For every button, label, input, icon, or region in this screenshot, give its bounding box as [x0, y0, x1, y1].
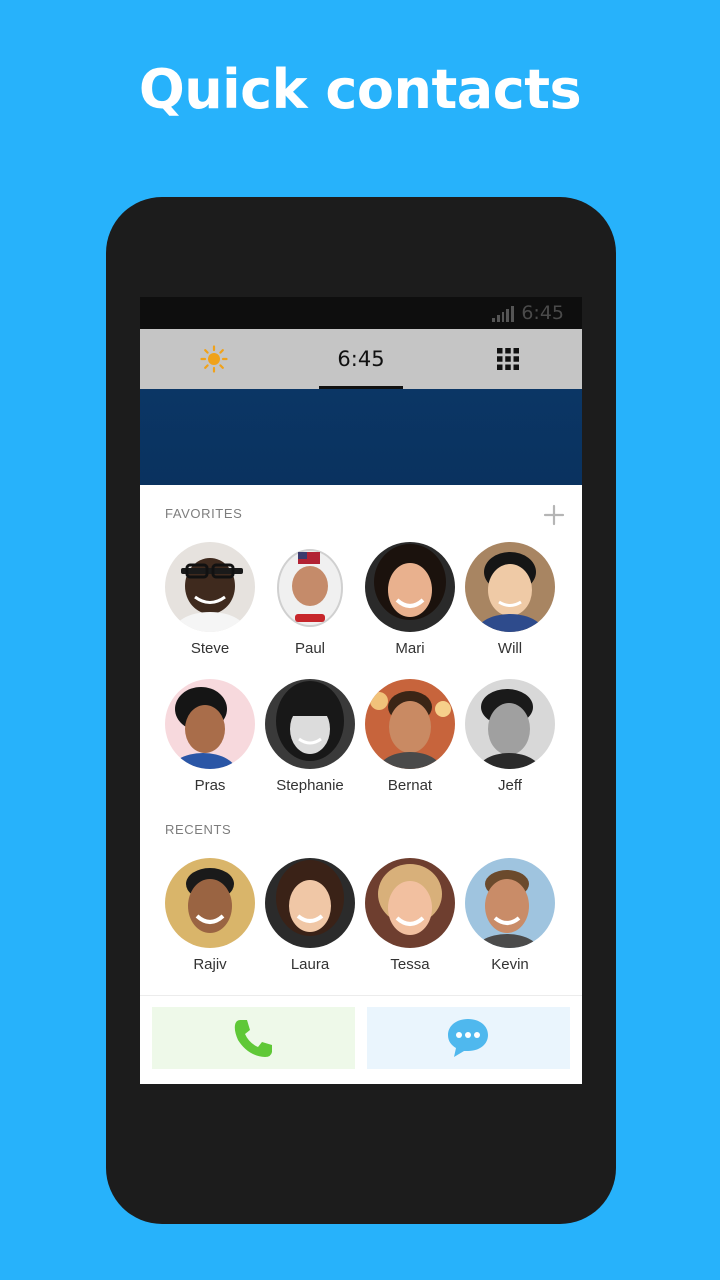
avatar	[165, 858, 255, 948]
favorite-contact[interactable]: Jeff	[460, 679, 560, 809]
plus-icon	[543, 504, 565, 526]
status-bar: 6:45	[140, 297, 582, 329]
avatar	[165, 679, 255, 769]
contact-name: Pras	[194, 777, 226, 794]
contact-name: Steve	[190, 640, 230, 657]
recents-label: RECENTS	[165, 822, 232, 837]
favorite-contact[interactable]: Stephanie	[260, 679, 360, 809]
headline: Quick contacts	[138, 58, 582, 121]
contact-name: Bernat	[387, 777, 433, 794]
recent-contact[interactable]: Laura	[260, 858, 360, 988]
avatar	[465, 679, 555, 769]
contact-name: Jeff	[498, 777, 522, 794]
divider	[140, 995, 582, 996]
phone-icon	[234, 1020, 272, 1057]
tab-apps[interactable]	[496, 347, 520, 371]
favorite-contact[interactable]: Mari	[360, 542, 460, 672]
avatar	[265, 542, 355, 632]
favorites-label: FAVORITES	[165, 506, 243, 521]
message-button[interactable]	[367, 1007, 570, 1069]
phone-screen: 6:45 6:45 FAVORITES Steve Paul Mari Will…	[140, 297, 582, 1084]
tab-clock[interactable]: 6:45	[319, 329, 403, 389]
recent-contact[interactable]: Kevin	[460, 858, 560, 988]
grid-icon	[497, 348, 519, 370]
contact-name: Mari	[395, 640, 425, 657]
contact-name: Paul	[294, 640, 326, 657]
avatar	[265, 858, 355, 948]
signal-icon	[492, 306, 514, 322]
favorite-contact[interactable]: Pras	[160, 679, 260, 809]
favorite-contact[interactable]: Paul	[260, 542, 360, 672]
contact-name: Rajiv	[193, 956, 227, 973]
contact-name: Will	[497, 640, 523, 657]
recent-contact[interactable]: Rajiv	[160, 858, 260, 988]
status-time: 6:45	[521, 302, 564, 324]
avatar	[365, 858, 455, 948]
header-banner	[140, 389, 582, 485]
contact-name: Kevin	[491, 956, 529, 973]
avatar	[365, 542, 455, 632]
recent-contact[interactable]: Tessa	[360, 858, 460, 988]
favorite-contact[interactable]: Bernat	[360, 679, 460, 809]
tab-weather[interactable]	[200, 345, 228, 373]
avatar	[265, 679, 355, 769]
avatar	[465, 542, 555, 632]
contact-name: Laura	[290, 956, 330, 973]
favorite-contact[interactable]: Will	[460, 542, 560, 672]
avatar	[165, 542, 255, 632]
contact-name: Tessa	[390, 956, 430, 973]
avatar	[465, 858, 555, 948]
add-favorite-button[interactable]	[542, 503, 566, 527]
screenshot-page: Quick contacts 6:45 6:45 FAVORITES Steve…	[0, 0, 720, 1280]
favorite-contact[interactable]: Steve	[160, 542, 260, 672]
avatar	[365, 679, 455, 769]
tab-bar: 6:45	[140, 329, 582, 389]
call-button[interactable]	[152, 1007, 355, 1069]
contact-name: Stephanie	[276, 777, 344, 794]
chat-bubble-icon	[448, 1019, 488, 1057]
sun-icon	[200, 345, 228, 373]
